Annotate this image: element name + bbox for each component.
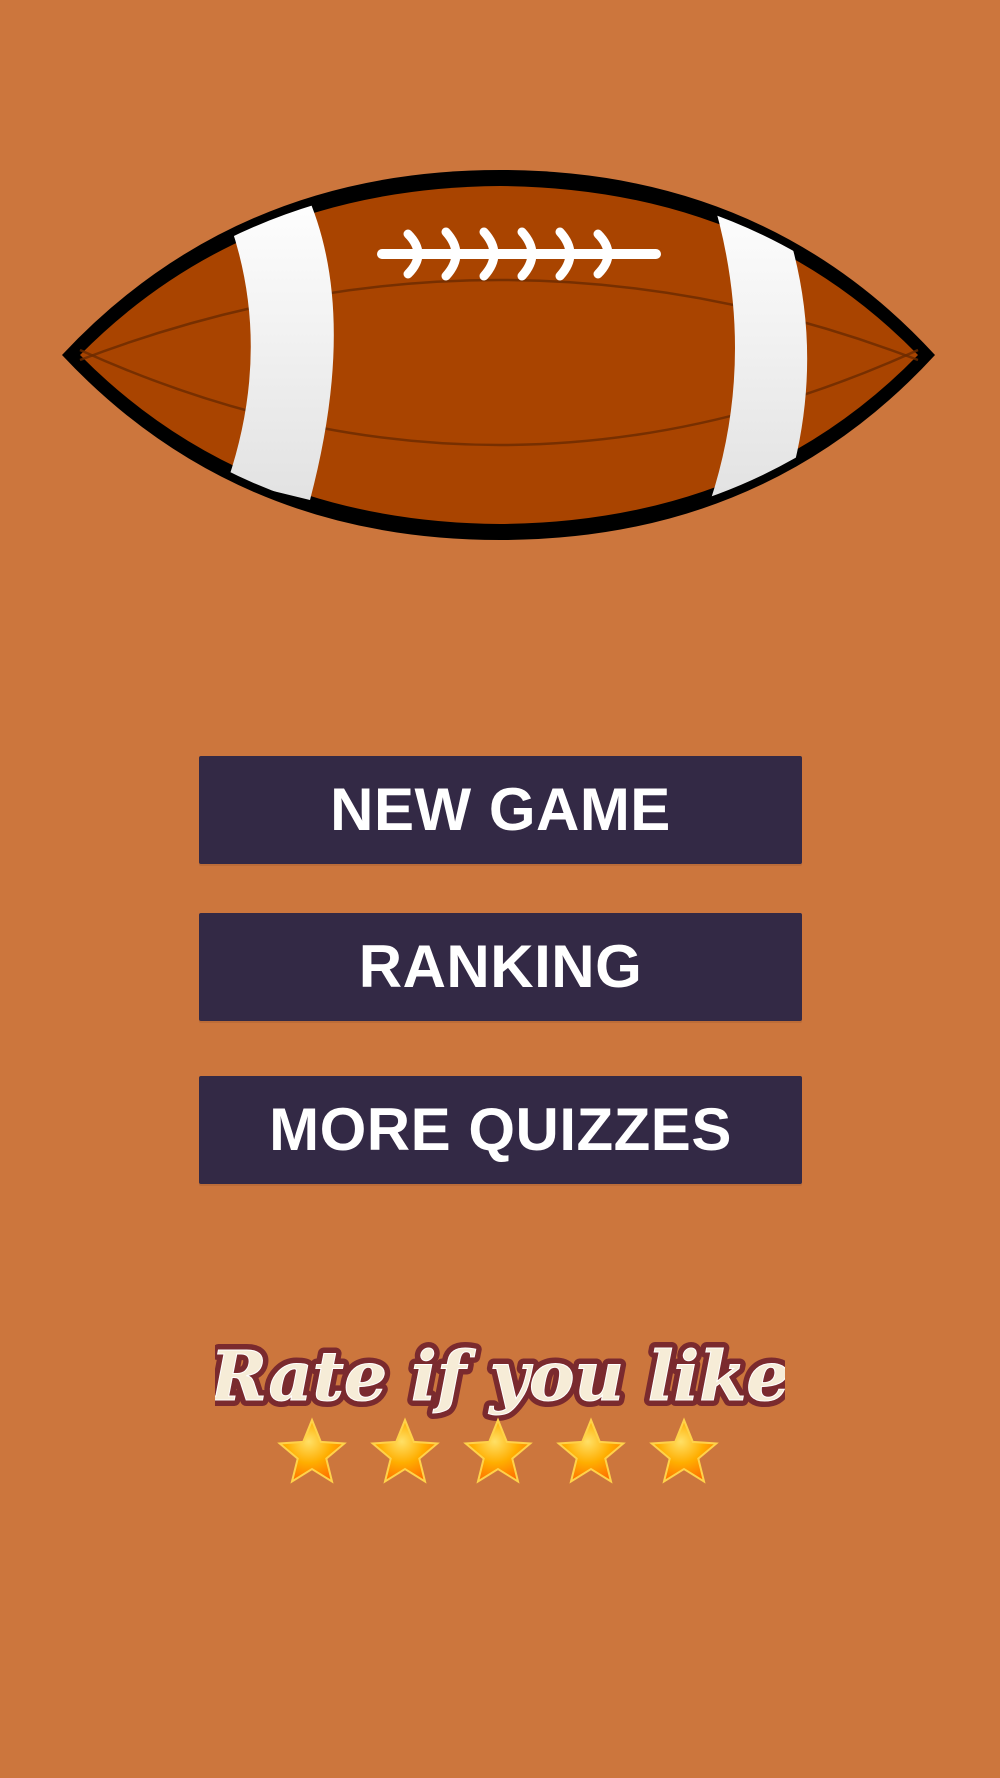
rating-stars bbox=[277, 1417, 719, 1484]
star-icon bbox=[277, 1417, 347, 1484]
star-icon bbox=[463, 1417, 533, 1484]
rate-text: Rate if you like bbox=[215, 1337, 785, 1417]
ranking-button[interactable]: RANKING bbox=[199, 913, 802, 1021]
football-logo bbox=[62, 170, 935, 540]
rate-text-graphic: Rate if you like Rate if you like bbox=[215, 1331, 785, 1423]
star-icon bbox=[556, 1417, 626, 1484]
new-game-button[interactable]: NEW GAME bbox=[199, 756, 802, 864]
star-icon bbox=[370, 1417, 440, 1484]
rate-app-button[interactable]: Rate if you like Rate if you like bbox=[215, 1325, 785, 1485]
star-icon bbox=[649, 1417, 719, 1484]
more-quizzes-button[interactable]: MORE QUIZZES bbox=[199, 1076, 802, 1184]
